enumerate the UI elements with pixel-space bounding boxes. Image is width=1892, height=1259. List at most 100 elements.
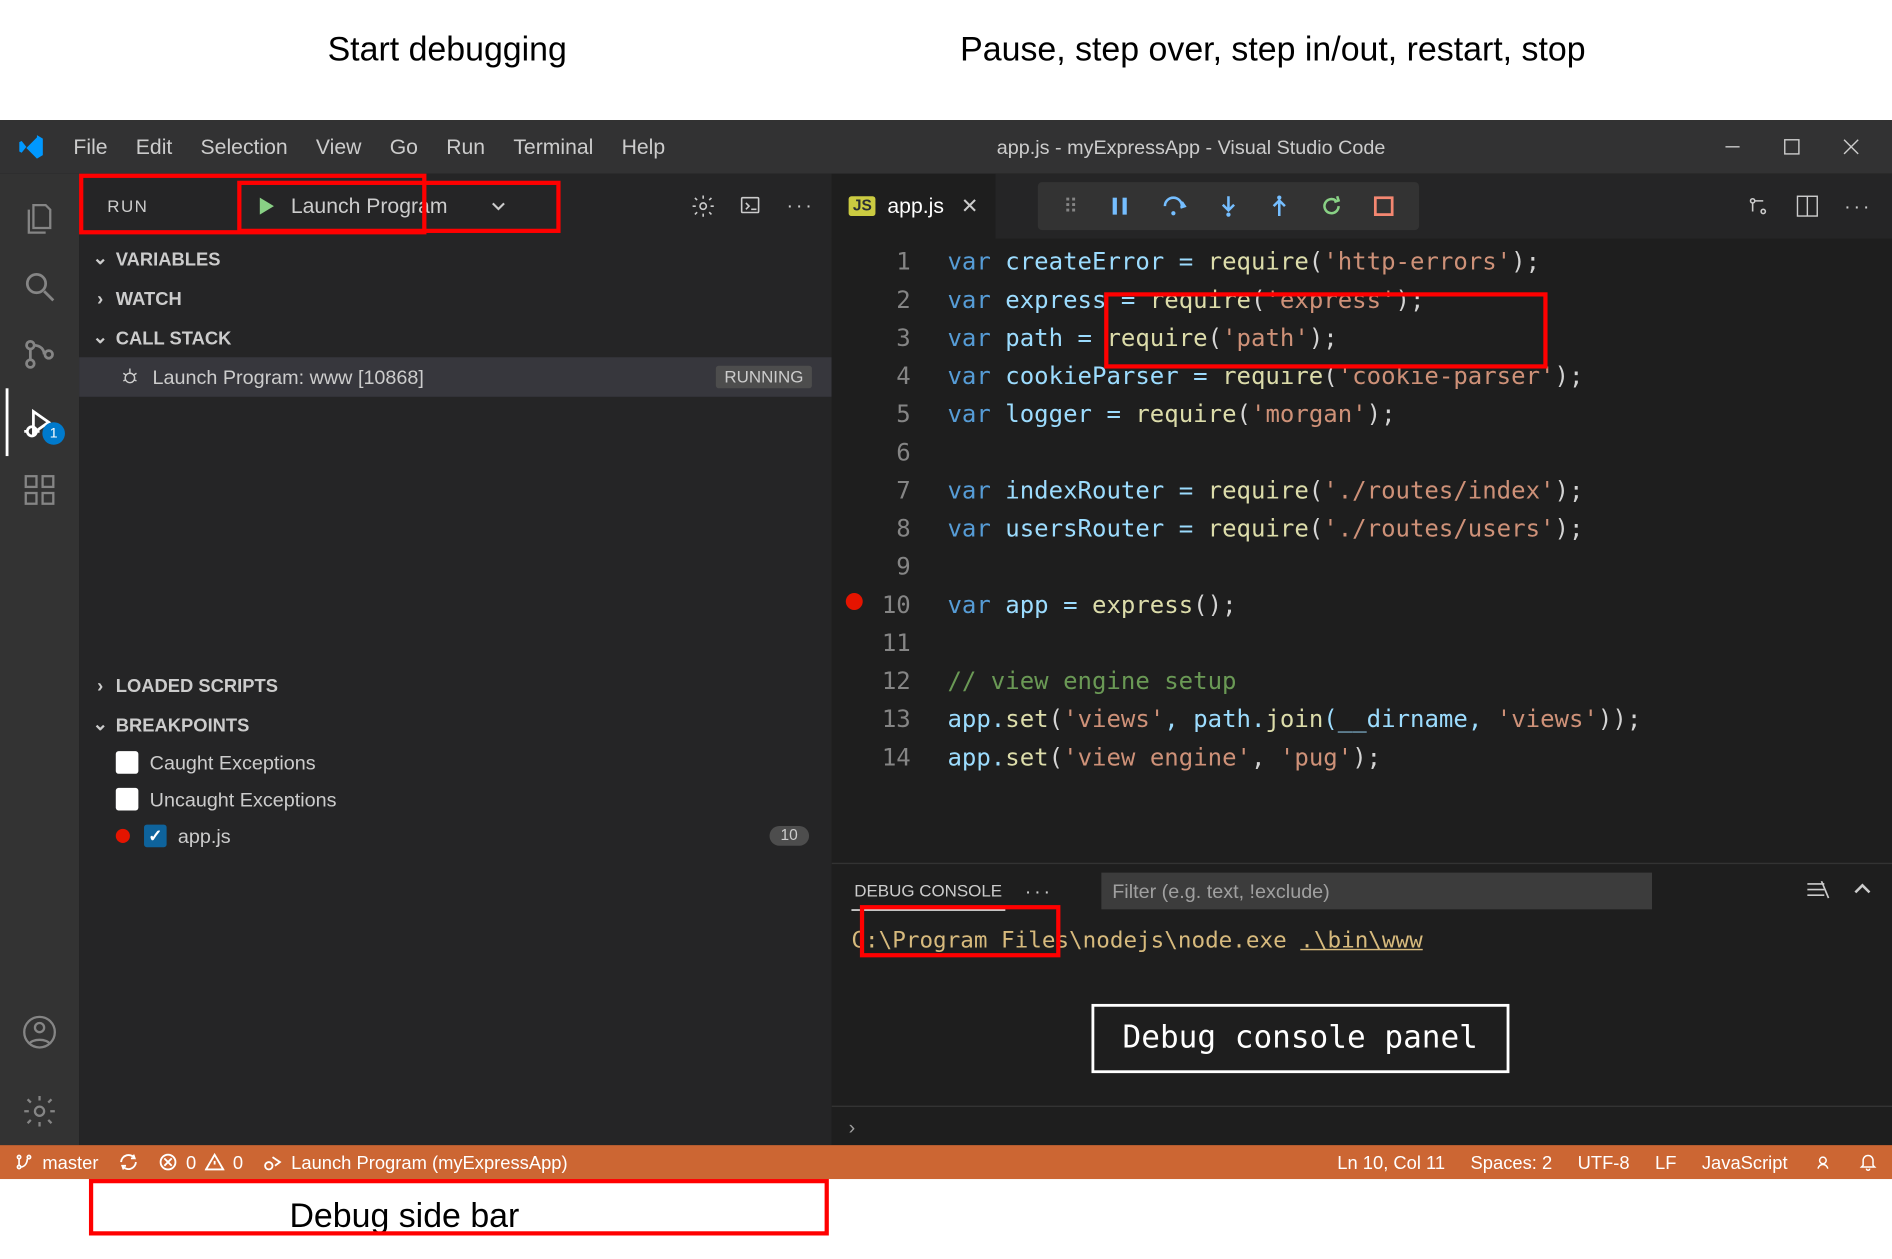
checkbox-checked[interactable] (144, 825, 167, 848)
chevron-up-icon[interactable] (1853, 881, 1873, 901)
section-breakpoints-header[interactable]: ⌄ BREAKPOINTS (79, 705, 832, 745)
vscode-logo-icon (17, 133, 45, 161)
feedback-icon[interactable] (1813, 1152, 1833, 1172)
menu-bar: File Edit Selection View Go Run Terminal… (59, 126, 679, 167)
status-encoding[interactable]: UTF-8 (1578, 1151, 1630, 1172)
gear-icon[interactable] (690, 193, 715, 218)
line-gutter: 1 2 3 4 5 6 7 8 9 10 11 12 13 14 (832, 239, 931, 863)
menu-edit[interactable]: Edit (122, 126, 187, 167)
compare-icon[interactable] (1745, 193, 1770, 218)
callstack-item[interactable]: Launch Program: www [10868] RUNNING (79, 357, 832, 397)
menu-help[interactable]: Help (607, 126, 679, 167)
stop-button[interactable] (1374, 196, 1394, 216)
status-eol[interactable]: LF (1655, 1151, 1676, 1172)
activity-accounts[interactable] (6, 998, 74, 1066)
more-icon[interactable]: ··· (786, 193, 814, 218)
section-variables-header[interactable]: ⌄ VARIABLES (79, 239, 832, 279)
menu-terminal[interactable]: Terminal (499, 126, 607, 167)
status-spaces[interactable]: Spaces: 2 (1471, 1151, 1553, 1172)
annotation-debug-console: Debug console panel (1091, 1004, 1508, 1073)
editor-actions: ··· (1725, 174, 1892, 239)
chevron-down-icon: ⌄ (90, 247, 110, 270)
launch-config-label: Launch Program (291, 194, 448, 218)
console-input-prompt[interactable]: › (832, 1106, 1892, 1146)
start-debug-icon[interactable] (254, 195, 277, 218)
menu-run[interactable]: Run (432, 126, 499, 167)
js-file-icon: JS (849, 196, 876, 216)
split-editor-icon[interactable] (1796, 195, 1819, 218)
launch-config-dropdown[interactable]: Launch Program (246, 189, 516, 224)
activity-explorer[interactable] (6, 185, 74, 253)
bug-icon (119, 366, 142, 389)
drag-handle-icon[interactable]: ⠿ (1063, 194, 1077, 218)
step-out-button[interactable] (1270, 195, 1290, 218)
menu-file[interactable]: File (59, 126, 121, 167)
bp-uncaught-label: Uncaught Exceptions (150, 788, 337, 811)
menu-go[interactable]: Go (376, 126, 433, 167)
section-callstack-header[interactable]: ⌄ CALL STACK (79, 318, 832, 358)
more-icon[interactable]: ··· (1844, 195, 1872, 218)
title-bar: File Edit Selection View Go Run Terminal… (0, 120, 1892, 174)
section-callstack-label: CALL STACK (116, 327, 232, 348)
annotation-start-debugging: Start debugging (328, 31, 567, 71)
window-controls (1703, 134, 1881, 159)
bell-icon[interactable] (1858, 1152, 1878, 1172)
step-over-button[interactable] (1163, 195, 1188, 218)
activity-source-control[interactable] (6, 321, 74, 389)
callstack-status: RUNNING (716, 366, 812, 389)
pause-button[interactable] (1109, 195, 1132, 218)
section-watch-header[interactable]: › WATCH (79, 278, 832, 318)
breakpoint-uncaught-exceptions[interactable]: Uncaught Exceptions (79, 781, 832, 818)
sidebar-header: RUN Launch Program ··· (79, 174, 832, 239)
tab-debug-console[interactable]: DEBUG CONSOLE (851, 872, 1004, 910)
checkbox-unchecked[interactable] (116, 788, 139, 811)
callstack-label: Launch Program: www [10868] (152, 366, 423, 389)
minimize-button[interactable] (1720, 134, 1745, 159)
activity-search[interactable] (6, 253, 74, 321)
filter-input[interactable]: Filter (e.g. text, !exclude) (1101, 873, 1652, 910)
code-editor[interactable]: 1 2 3 4 5 6 7 8 9 10 11 12 13 14 var cre… (832, 239, 1892, 863)
step-into-button[interactable] (1219, 195, 1239, 218)
window-title: app.js - myExpressApp - Visual Studio Co… (679, 136, 1703, 159)
tab-appjs[interactable]: JS app.js ✕ (832, 174, 996, 239)
section-loaded-label: LOADED SCRIPTS (116, 674, 278, 695)
bp-caught-label: Caught Exceptions (150, 751, 316, 774)
debug-badge: 1 (42, 422, 65, 445)
section-watch: › WATCH (79, 278, 832, 318)
section-callstack: ⌄ CALL STACK Launch Program: www [10868]… (79, 318, 832, 397)
breakpoint-marker-icon[interactable] (846, 593, 863, 610)
section-loaded-header[interactable]: › LOADED SCRIPTS (79, 665, 832, 705)
vscode-window: File Edit Selection View Go Run Terminal… (0, 120, 1892, 1179)
chevron-right-icon: › (849, 1115, 856, 1138)
activity-run-debug[interactable]: 1 (6, 388, 74, 456)
code-content[interactable]: var createError = require('http-errors')… (931, 239, 1892, 863)
activity-settings[interactable] (6, 1077, 74, 1145)
console-line: C:\Program Files\nodejs\node.exe .\bin\w… (851, 926, 1872, 953)
chevron-right-icon: › (90, 674, 110, 695)
close-icon[interactable]: ✕ (961, 193, 979, 218)
maximize-button[interactable] (1779, 134, 1804, 159)
status-debug-target[interactable]: Launch Program (myExpressApp) (263, 1151, 568, 1172)
activity-bar: 1 (0, 174, 79, 1145)
restart-button[interactable] (1321, 195, 1344, 218)
status-cursor[interactable]: Ln 10, Col 11 (1337, 1151, 1445, 1172)
checkbox-unchecked[interactable] (116, 751, 139, 774)
status-problems[interactable]: 0 0 (158, 1151, 243, 1172)
section-loaded-scripts: › LOADED SCRIPTS (79, 665, 832, 705)
menu-view[interactable]: View (302, 126, 376, 167)
chevron-right-icon: › (90, 287, 110, 308)
close-button[interactable] (1838, 134, 1863, 159)
annotation-debug-sidebar: Debug side bar (289, 1197, 519, 1237)
debug-console-icon[interactable] (738, 193, 763, 218)
breakpoint-file-appjs[interactable]: app.js 10 (79, 818, 832, 855)
status-branch[interactable]: master (14, 1151, 98, 1172)
clear-console-icon[interactable] (1805, 881, 1830, 901)
status-sync[interactable] (118, 1152, 138, 1172)
debug-console-panel: DEBUG CONSOLE ··· Filter (e.g. text, !ex… (832, 863, 1892, 1145)
activity-extensions[interactable] (6, 456, 74, 524)
status-language[interactable]: JavaScript (1702, 1151, 1788, 1172)
menu-selection[interactable]: Selection (186, 126, 301, 167)
filter-placeholder: Filter (e.g. text, !exclude) (1112, 880, 1330, 903)
more-icon[interactable]: ··· (1025, 880, 1053, 903)
breakpoint-caught-exceptions[interactable]: Caught Exceptions (79, 744, 832, 781)
